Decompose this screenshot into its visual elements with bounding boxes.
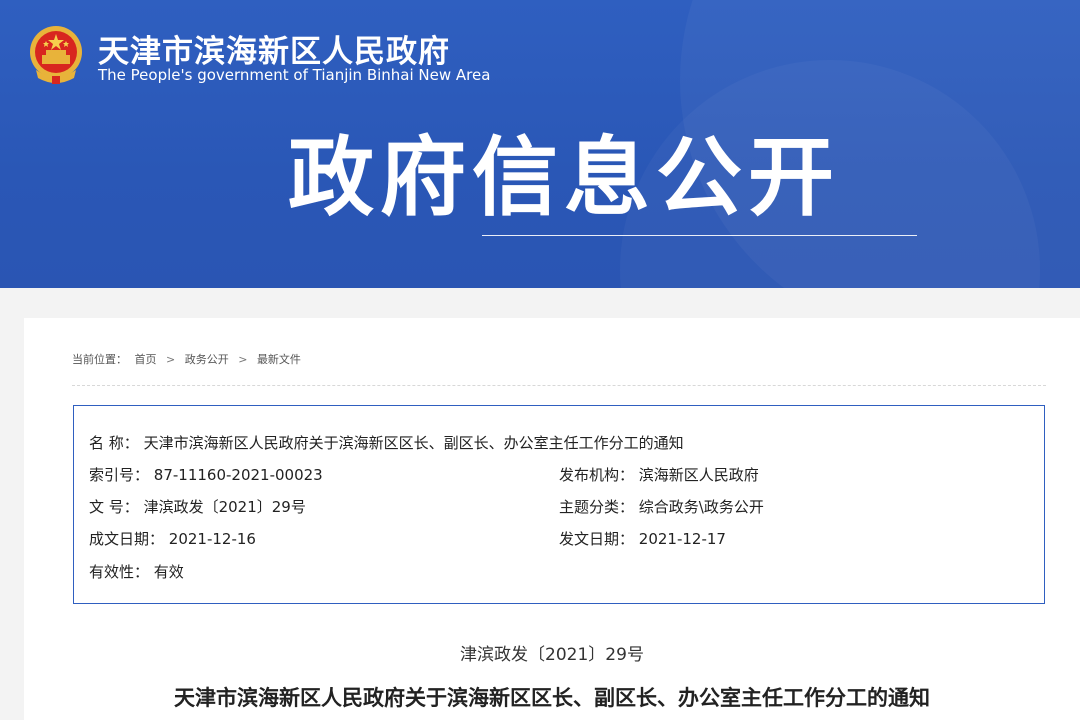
meta-index-value: 87-11160-2021-00023 (153, 466, 323, 484)
breadcrumb-gov-affairs[interactable]: 政务公开 (185, 353, 229, 366)
meta-index-label: 索引号： (89, 466, 150, 484)
meta-name-value: 天津市滨海新区人民政府关于滨海新区区长、副区长、办公室主任工作分工的通知 (143, 434, 684, 452)
meta-published-date-label: 发文日期： (559, 530, 635, 548)
meta-topic-value: 综合政务\政务公开 (638, 498, 764, 516)
meta-docno-row: 文 号： 津滨政发〔2021〕29号 (89, 496, 306, 517)
meta-validity-row: 有效性： 有效 (89, 561, 184, 582)
site-title[interactable]: 天津市滨海新区人民政府 (98, 26, 450, 71)
document-number: 津滨政发〔2021〕29号 (460, 645, 644, 665)
meta-written-date-value: 2021-12-16 (168, 530, 256, 548)
meta-publisher-label: 发布机构： (559, 466, 635, 484)
breadcrumb-home[interactable]: 首页 (135, 353, 157, 366)
breadcrumb-separator: > (238, 353, 248, 366)
breadcrumb: 当前位置： 首页 > 政务公开 > 最新文件 (72, 351, 305, 367)
site-subtitle: The People's government of Tianjin Binha… (98, 66, 491, 84)
meta-index-row: 索引号： 87-11160-2021-00023 (89, 464, 323, 485)
meta-topic-label: 主题分类： (559, 498, 635, 516)
document-title: 天津市滨海新区人民政府关于滨海新区区长、副区长、办公室主任工作分工的通知 (174, 686, 930, 710)
meta-docno-label: 文 号： (89, 498, 139, 516)
divider (72, 385, 1046, 386)
section-title: 政府信息公开 (288, 128, 840, 228)
document-meta-box: 名 称： 天津市滨海新区人民政府关于滨海新区区长、副区长、办公室主任工作分工的通… (73, 405, 1045, 604)
breadcrumb-separator: > (166, 353, 176, 366)
meta-publisher-value: 滨海新区人民政府 (638, 466, 759, 484)
breadcrumb-latest-docs[interactable]: 最新文件 (257, 353, 301, 366)
meta-topic-row: 主题分类： 综合政务\政务公开 (559, 496, 764, 517)
section-title-underline (482, 235, 917, 236)
meta-publisher-row: 发布机构： 滨海新区人民政府 (559, 464, 759, 485)
meta-docno-value: 津滨政发〔2021〕29号 (143, 498, 306, 516)
meta-written-date-label: 成文日期： (89, 530, 165, 548)
breadcrumb-prefix: 当前位置： (72, 353, 127, 366)
meta-published-date-value: 2021-12-17 (638, 530, 726, 548)
meta-name-label: 名 称： (89, 434, 139, 452)
meta-validity-label: 有效性： (89, 563, 150, 581)
content-panel: 当前位置： 首页 > 政务公开 > 最新文件 名 称： 天津市滨海新区人民政府关… (24, 318, 1080, 720)
header-banner: 天津市滨海新区人民政府 The People's government of T… (0, 0, 1080, 288)
meta-name-row: 名 称： 天津市滨海新区人民政府关于滨海新区区长、副区长、办公室主任工作分工的通… (89, 432, 684, 453)
meta-written-date-row: 成文日期： 2021-12-16 (89, 528, 256, 549)
meta-validity-value: 有效 (153, 563, 184, 581)
meta-published-date-row: 发文日期： 2021-12-17 (559, 528, 726, 549)
national-emblem-icon (26, 22, 86, 86)
